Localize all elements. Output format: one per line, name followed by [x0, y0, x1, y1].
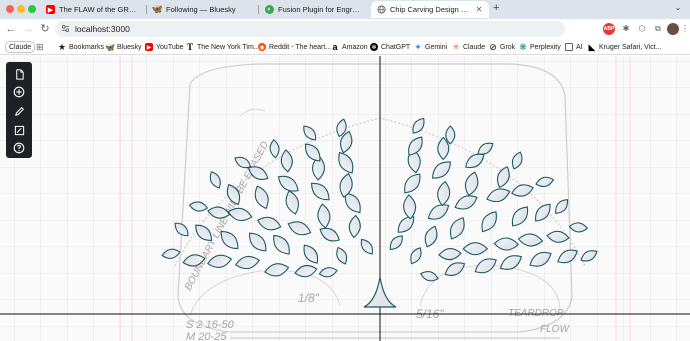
add-button[interactable]	[11, 84, 27, 100]
chatgpt-icon: ✻	[370, 43, 378, 51]
menu-kebab-icon[interactable]: ⋮	[681, 23, 689, 35]
tab-search-icon[interactable]: ⌄	[672, 3, 684, 15]
bookmark-grok[interactable]: ⊘ Grok	[489, 41, 515, 53]
tab-title: Chip Carving Design System	[390, 5, 471, 14]
edit-image-button[interactable]	[11, 122, 27, 138]
bookmark-claude-profile[interactable]: Claude	[5, 41, 36, 53]
plus-circle-icon	[13, 86, 25, 98]
measure-1-text: 1/8"	[298, 291, 320, 305]
pencil-icon	[14, 106, 24, 116]
claude-icon: ✳	[452, 41, 460, 52]
back-button[interactable]: ←	[4, 22, 18, 36]
minimize-window-button[interactable]	[17, 5, 25, 13]
bookmark-reddit[interactable]: ◉ Reddit - The heart...	[258, 41, 331, 53]
bookmark-claude[interactable]: ✳ Claude	[452, 41, 485, 53]
bookmark-label: Amazon	[342, 43, 368, 51]
maximize-window-button[interactable]	[28, 5, 36, 13]
bookmark-label: YouTube	[156, 43, 184, 51]
apps-grid-icon[interactable]: ⊞	[36, 41, 44, 53]
close-window-button[interactable]	[6, 5, 14, 13]
tab-title: Following — Bluesky	[166, 5, 236, 14]
bookmark-label: Gemini	[425, 43, 448, 51]
help-button[interactable]	[11, 140, 27, 156]
tab-strip: ▶ The FLAW of the GRENADIER... 🦋 Followi…	[0, 0, 690, 19]
bookmark-label: Kruger Safari, Vict...	[599, 43, 662, 51]
question-icon	[13, 142, 25, 154]
bookmark-label: Grok	[500, 43, 516, 51]
bookmark-label: Bookmarks	[69, 43, 105, 51]
size-1-text: S 2 16-50	[186, 319, 235, 331]
amazon-icon: a	[332, 42, 338, 52]
bookmark-nytimes[interactable]: T The New York Tim...	[186, 41, 260, 53]
extensions-icon[interactable]: ⧉	[652, 23, 664, 35]
bookmark-perplexity[interactable]: ❋ Perplexity	[519, 41, 561, 53]
bookmark-label: Claude	[9, 43, 32, 51]
bookmark-label: Bluesky	[117, 43, 142, 51]
design-canvas[interactable]: BOUNDARY LINE WILL BE ERASED 1/8" 5/16" …	[0, 56, 690, 341]
profile-avatar[interactable]	[667, 23, 679, 35]
design-svg[interactable]: BOUNDARY LINE WILL BE ERASED 1/8" 5/16" …	[0, 56, 690, 341]
extension-cube-icon[interactable]: ⬡	[636, 23, 648, 35]
bookmark-folder-ai[interactable]: AI	[565, 41, 583, 53]
size-2-text: M 20-25	[186, 331, 227, 341]
perplexity-icon: ❋	[519, 41, 527, 52]
close-tab-icon[interactable]: ✕	[475, 5, 483, 14]
browser-tab-3[interactable]: Chip Carving Design System ✕	[371, 1, 489, 18]
forward-button[interactable]: →	[21, 22, 35, 36]
tab-title: The FLAW of the GRENADIER...	[59, 5, 140, 14]
tool-palette	[6, 62, 32, 158]
bluesky-icon: 🦋	[105, 42, 115, 52]
new-tab-button[interactable]: +	[493, 2, 499, 14]
bookmark-kruger[interactable]: ◣ Kruger Safari, Vict...	[588, 41, 662, 53]
flow-2-text: FLOW	[540, 324, 570, 335]
folder-icon	[565, 43, 573, 51]
bluesky-icon: 🦋	[151, 4, 164, 14]
grok-icon: ⊘	[489, 41, 497, 52]
document-icon	[15, 68, 24, 80]
browser-toolbar: ← → ↻ localhost:3000 ABP ✱ ⬡ ⧉ ⋮	[0, 19, 690, 39]
gemini-icon: ✦	[414, 41, 422, 52]
bookmark-label: AI	[576, 43, 583, 51]
bookmark-gemini[interactable]: ✦ Gemini	[414, 41, 447, 53]
globe-icon	[377, 5, 386, 14]
bookmark-label: Claude	[463, 43, 486, 51]
youtube-icon: ▶	[46, 5, 55, 14]
reload-button[interactable]: ↻	[38, 22, 52, 36]
bookmark-bookmarks[interactable]: ★ Bookmarks	[58, 41, 104, 53]
youtube-icon: ▶	[145, 43, 153, 51]
extension-puzzle-icon[interactable]: ✱	[620, 23, 632, 35]
bookmarks-bar: Claude ⊞ ★ Bookmarks 🦋 Bluesky ▶ YouTube…	[0, 39, 690, 55]
fusion-icon: ◐	[265, 5, 274, 14]
browser-tab-0[interactable]: ▶ The FLAW of the GRENADIER...	[40, 1, 146, 18]
browser-tab-2[interactable]: ◐ Fusion Plugin for Engrave on...	[259, 1, 369, 18]
bookmark-label: Perplexity	[530, 43, 561, 51]
url-text: localhost:3000	[75, 24, 130, 34]
address-bar[interactable]: localhost:3000	[55, 21, 565, 37]
reddit-icon: ◉	[258, 43, 266, 51]
nytimes-icon: T	[186, 42, 193, 52]
tab-title: Fusion Plugin for Engrave on...	[278, 5, 363, 14]
image-edit-icon	[14, 125, 24, 135]
draw-button[interactable]	[11, 103, 27, 119]
bookmark-label: ChatGPT	[381, 43, 411, 51]
bookmark-youtube[interactable]: ▶ YouTube	[145, 41, 184, 53]
extension-abp-icon[interactable]: ABP	[603, 23, 615, 35]
browser-tab-1[interactable]: 🦋 Following — Bluesky	[147, 1, 257, 18]
bookmark-label: The New York Tim...	[197, 43, 260, 51]
star-icon: ★	[57, 41, 67, 52]
bookmark-bluesky[interactable]: 🦋 Bluesky	[105, 41, 142, 53]
new-document-button[interactable]	[11, 66, 27, 82]
site-info-icon[interactable]	[61, 24, 70, 35]
bookmark-label: Reddit - The heart...	[269, 43, 332, 51]
bookmark-chatgpt[interactable]: ✻ ChatGPT	[370, 41, 410, 53]
bookmark-amazon[interactable]: a Amazon	[331, 41, 368, 53]
africa-icon: ◣	[588, 41, 596, 52]
